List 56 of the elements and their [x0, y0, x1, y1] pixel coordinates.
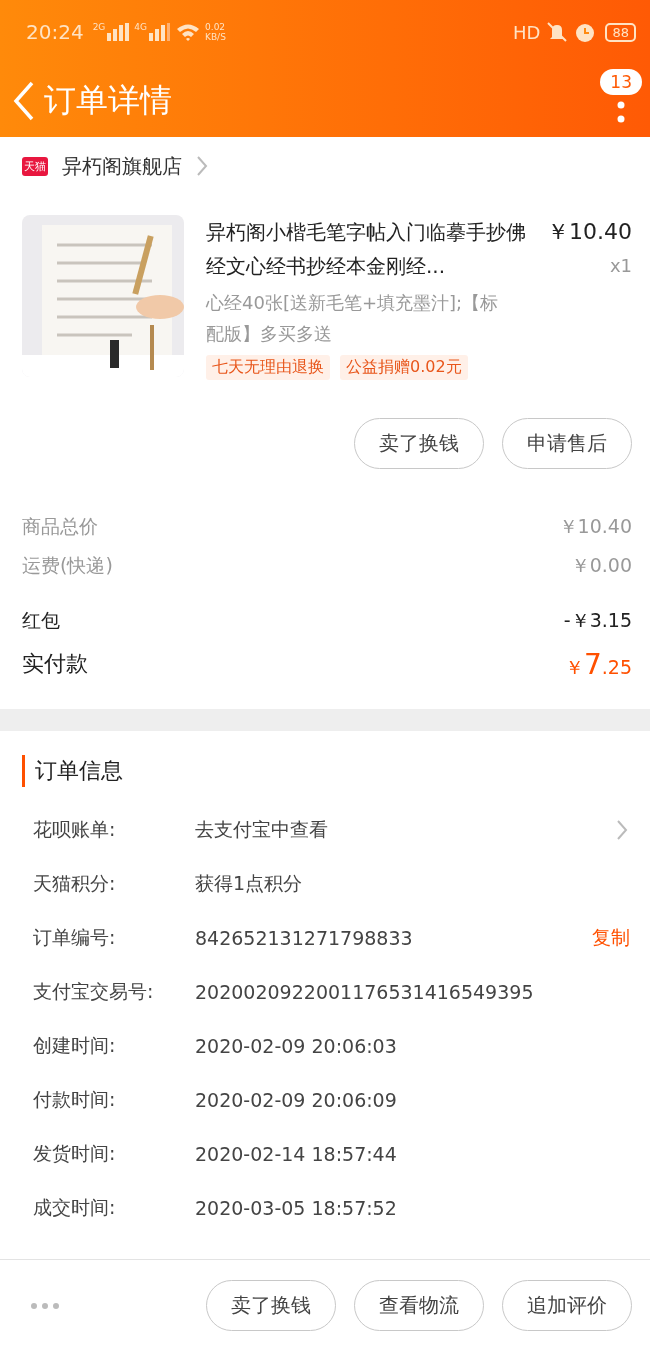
info-value: 842652131271798833: [195, 927, 413, 949]
info-value: 2020-02-09 20:06:09: [195, 1089, 397, 1111]
network-label: 4G: [134, 22, 148, 32]
chevron-icon[interactable]: [196, 155, 208, 177]
info-value: 获得1点积分: [195, 871, 303, 896]
product-variant: 心经40张[送新毛笔+填充墨汁];【标配版】多买多送: [206, 291, 500, 346]
service-tag: 公益捐赠0.02元: [340, 355, 468, 380]
section-title: 订单信息: [22, 755, 628, 787]
info-label: 支付宝交易号:: [33, 979, 155, 1004]
wifi-icon: [176, 23, 201, 41]
product-quantity: x1: [609, 254, 632, 278]
info-value: 去支付宝中查看: [195, 817, 328, 842]
info-label: 成交时间:: [33, 1195, 117, 1220]
page-title: 订单详情: [44, 79, 172, 121]
info-value: 2020-03-05 18:57:52: [195, 1197, 397, 1219]
info-label: 发货时间:: [33, 1141, 117, 1166]
info-label: 付款时间:: [33, 1087, 117, 1112]
cost-label: 运费(快递): [22, 552, 113, 578]
info-label: 创建时间:: [33, 1033, 117, 1058]
product-title[interactable]: 异朽阁小楷毛笔字帖入门临摹手抄佛经文心经书抄经本金刚经...: [206, 215, 539, 283]
signal-icon: [107, 23, 130, 41]
more-icon[interactable]: [617, 100, 626, 123]
payment-amount: ￥7.25: [564, 647, 632, 681]
more-icon[interactable]: [30, 1301, 60, 1310]
store-logo: 天猫: [22, 156, 48, 176]
action-button[interactable]: 追加评价: [502, 1280, 632, 1331]
alarm-icon: [574, 21, 597, 43]
battery-level: 88: [605, 22, 636, 42]
cost-value: ￥10.40: [558, 513, 632, 539]
cost-value: ￥0.00: [570, 552, 632, 578]
action-button[interactable]: 卖了换钱: [206, 1280, 336, 1331]
cost-value: -￥3.15: [563, 608, 632, 633]
cost-label: 商品总价: [22, 513, 98, 539]
signal-icon: [149, 23, 172, 41]
speed-value: 0.02: [205, 22, 226, 32]
action-button[interactable]: 申请售后: [502, 418, 632, 469]
service-tag: 七天无理由退换: [206, 355, 330, 380]
payment-label: 实付款: [22, 650, 88, 678]
product-price: ￥10.40: [547, 218, 632, 246]
info-value: 2020020922001176531416549395: [195, 981, 534, 1003]
info-label: 花呗账单:: [33, 817, 117, 842]
network-label: 2G: [92, 22, 106, 32]
chevron-icon[interactable]: [616, 819, 628, 841]
info-value: 2020-02-09 20:06:03: [195, 1035, 397, 1057]
back-icon[interactable]: [12, 80, 36, 121]
status-time: 20:24: [26, 20, 84, 44]
hd-label: HD: [513, 21, 541, 43]
cost-label: 红包: [22, 608, 60, 633]
action-button[interactable]: 卖了换钱: [354, 418, 484, 469]
info-label: 订单编号:: [33, 925, 117, 950]
action-button[interactable]: 查看物流: [354, 1280, 484, 1331]
message-badge: 13: [600, 68, 642, 95]
info-value: 2020-02-14 18:57:44: [195, 1143, 397, 1165]
store-name[interactable]: 异朽阁旗舰店: [62, 152, 182, 180]
info-label: 天猫积分:: [33, 871, 117, 896]
speed-unit: KB/S: [205, 32, 226, 42]
